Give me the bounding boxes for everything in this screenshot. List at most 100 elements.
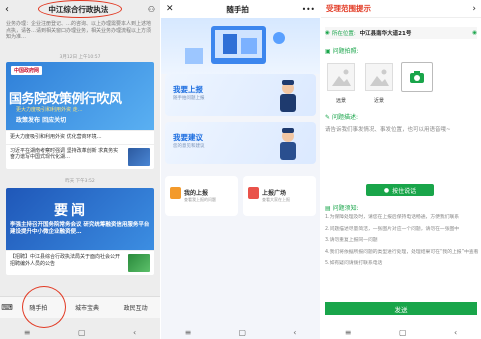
location-pin-icon: ◉	[325, 30, 330, 36]
back-icon[interactable]: ‹	[5, 4, 9, 15]
hero-illustration	[161, 18, 320, 74]
more-icon[interactable]: •••	[302, 5, 315, 14]
pencil-icon: ✎	[325, 114, 331, 121]
location-row[interactable]: ◉ 所在位置: 中江县南华大道21号 ◉	[325, 27, 477, 39]
description-textarea[interactable]: 请告诉我们事发情况、事发位置，也可以用语音哦~	[325, 125, 477, 171]
suggest-card[interactable]: 我要建议 您的意见和建议	[165, 122, 316, 164]
keyboard-icon[interactable]: ⌨	[0, 303, 14, 312]
location-label: 所在位置:	[331, 31, 356, 37]
back-nav-icon[interactable]: ‹	[454, 328, 457, 337]
desc-section-label: ✎ 问题描述:	[325, 112, 358, 121]
folder-icon	[170, 187, 181, 199]
note-item: 3.请勿重复上报同一问题	[325, 238, 378, 243]
news-row[interactable]: 【招聘】中江县综合行政执法局关于面向社会公开招聘编外人员的公告	[6, 250, 154, 275]
notes-title: ▤ 问题须知:	[325, 203, 359, 212]
news-card[interactable]: 要闻 李强主持召开国务院常务会议 研究统筹融资信用服务平台建设提升中小微企业融资…	[6, 188, 154, 275]
report-form-screen: 受理范围提示 › ◉ 所在位置: 中江县南华大道21号 ◉ ▣ 问题拍照: 远景…	[321, 0, 481, 339]
microphone-icon: ●	[383, 186, 390, 194]
camera-button[interactable]	[401, 62, 433, 92]
news-card[interactable]: 中国政府网 国务院政策例行吹风 更大力度吸引和利用外资 走… 政策发布 回应关切…	[6, 62, 154, 169]
voice-label: 按住说话	[392, 187, 417, 195]
police-figure-icon	[280, 80, 296, 112]
notice-text: 业务办理：企业注册登记、…的咨询、以上办理需要本人到上述地点执，请各…请到相关窗…	[6, 21, 152, 40]
banner-desc: 李强主持召开国务院常务会议 研究统筹融资信用服务平台建设提升中小微企业融资便…	[10, 222, 150, 235]
home-icon[interactable]: ▢	[238, 328, 246, 337]
photo-section-text: 问题拍照:	[332, 48, 359, 55]
camera-icon	[410, 71, 424, 83]
banner-subline: 更大力度吸引和利用外资 走…	[16, 107, 83, 113]
menu-icon[interactable]: ≡	[24, 328, 31, 337]
image-placeholder-icon	[370, 69, 389, 86]
news-row-text: 习近平在湖南考察时强调 坚持改革创新 求真务实 奋力谱写中国式现代化湖…	[10, 147, 119, 161]
news-row[interactable]: 习近平在湖南考察时强调 坚持改革创新 求真务实 奋力谱写中国式现代化湖…	[6, 143, 154, 169]
info-icon: ▤	[325, 205, 331, 212]
photo-near-slot[interactable]	[365, 63, 393, 91]
person-icon[interactable]: ⚇	[148, 5, 155, 14]
document-icon	[248, 187, 259, 199]
send-button[interactable]: 发送	[325, 302, 477, 315]
banner-headline: 要闻	[54, 203, 88, 219]
city-illustration-icon	[185, 26, 285, 64]
suggest-subtitle: 您的意见和建议	[173, 144, 205, 149]
photo-far-label: 远景	[335, 98, 346, 104]
banner-subline-2: 政策发布 回应关切	[16, 117, 67, 124]
photo-far-slot[interactable]	[327, 63, 355, 91]
form-header: 受理范围提示 ›	[321, 0, 481, 18]
notes-title-text: 问题须知:	[332, 205, 359, 212]
system-nav: ≡ ▢ ‹	[0, 325, 160, 339]
timestamp: 昨天 下午3:52	[65, 179, 95, 184]
image-placeholder-icon	[332, 69, 351, 86]
my-reports-title: 我的上报	[184, 190, 209, 197]
timestamp: 3月12日 上午10:57	[59, 55, 101, 60]
report-title: 我要上报	[173, 85, 203, 94]
gov-logo: 中国政府网	[11, 66, 43, 75]
location-value: 中江县南华大道21号	[359, 31, 412, 37]
menu-icon[interactable]: ≡	[185, 328, 192, 337]
report-square-card[interactable]: 上报广场 查看大家在上报	[243, 176, 316, 216]
news-thumbnail	[128, 254, 150, 272]
news-banner: 中国政府网 国务院政策例行吹风 更大力度吸引和利用外资 走… 政策发布 回应关切	[6, 62, 154, 130]
tab-interaction[interactable]: 政民互动	[111, 303, 160, 312]
note-item: 4.我们将依据所报问题的类型进行处理，处理结果可在“我的上报”中查看	[325, 249, 479, 255]
back-nav-icon[interactable]: ‹	[133, 328, 136, 337]
chat-screen: ‹ 中江综合行政执法 ⚇ 业务办理：企业注册登记、…的咨询、以上办理需要本人到上…	[0, 0, 160, 339]
desc-section-text: 问题描述:	[331, 114, 358, 121]
report-square-title: 上报广场	[262, 190, 287, 197]
back-nav-icon[interactable]: ‹	[293, 328, 296, 337]
note-item: 5.如有疑问请拨打联系电话	[325, 261, 383, 266]
hold-to-talk-button[interactable]: ● 按住说话	[366, 184, 434, 196]
snapshot-title: 随手拍	[226, 4, 249, 14]
police-figure-icon	[280, 128, 296, 160]
report-subtitle: 随手拍问题上报	[173, 96, 205, 101]
news-row-text: 更大力度吸引和利用外资 优化营商环境…	[10, 134, 102, 140]
photo-near-label: 近景	[373, 98, 384, 104]
banner-headline: 国务院政策例行吹风	[9, 92, 122, 107]
highlight-circle-tab	[22, 286, 66, 328]
chevron-right-icon[interactable]: ›	[472, 4, 476, 14]
tab-city-guide[interactable]: 城市宝典	[63, 303, 112, 312]
home-icon[interactable]: ▢	[78, 328, 86, 337]
system-nav: ≡ ▢ ‹	[161, 325, 320, 339]
menu-icon[interactable]: ≡	[345, 328, 352, 337]
news-banner: 要闻 李强主持召开国务院常务会议 研究统筹融资信用服务平台建设提升中小微企业融资…	[6, 188, 154, 250]
system-nav: ≡ ▢ ‹	[321, 325, 481, 339]
note-item: 1.为保障处理及时，请您在上报后保持电话畅通，方便我们联系	[325, 215, 460, 220]
photo-section-label: ▣ 问题拍照:	[325, 46, 359, 55]
locate-icon[interactable]: ◉	[472, 30, 477, 36]
suggest-title: 我要建议	[173, 133, 203, 142]
news-row[interactable]: 更大力度吸引和利用外资 优化营商环境…	[6, 130, 154, 144]
snapshot-screen: ✕ 随手拍 ••• 我要上报 随手拍问题上报 我要建议 您的意见和建议 我的上报…	[161, 0, 320, 339]
snapshot-header: ✕ 随手拍 •••	[161, 0, 320, 18]
my-reports-subtitle: 查看我上报的问题	[184, 197, 216, 202]
camera-small-icon: ▣	[325, 48, 331, 55]
close-icon[interactable]: ✕	[166, 4, 174, 14]
home-icon[interactable]: ▢	[399, 328, 407, 337]
my-reports-card[interactable]: 我的上报 查看我上报的问题	[165, 176, 238, 216]
notes-list: 1.为保障处理及时，请您在上报后保持电话畅通，方便我们联系 2.问题描述尽量简洁…	[325, 212, 479, 270]
report-card[interactable]: 我要上报 随手拍问题上报	[165, 74, 316, 116]
scope-hint-link[interactable]: 受理范围提示	[326, 3, 371, 14]
news-thumbnail	[128, 147, 150, 166]
report-square-subtitle: 查看大家在上报	[262, 197, 290, 202]
highlight-circle-title	[38, 0, 122, 18]
note-item: 2.问题描述尽量简洁，一张图片对应一个问题，请勿在一张图中	[325, 226, 460, 232]
